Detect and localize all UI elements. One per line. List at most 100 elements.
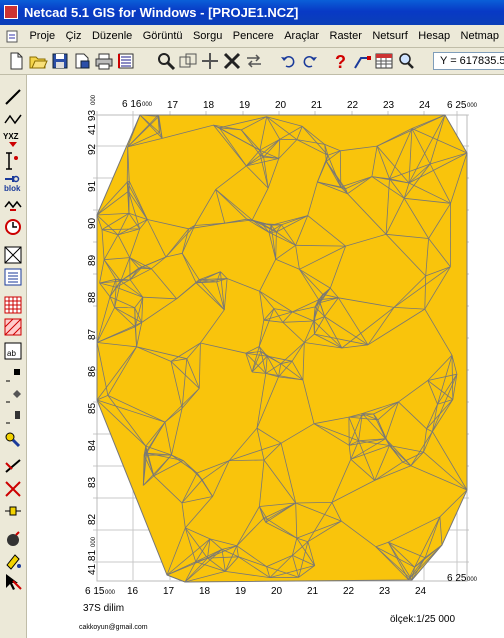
- swap-icon[interactable]: [244, 51, 264, 71]
- left-axis-label: 90: [87, 217, 98, 229]
- left-axis-label: 87: [87, 328, 98, 340]
- bottom-axis-label: 20: [271, 586, 283, 597]
- zigzag-tool-icon[interactable]: [3, 195, 23, 215]
- top-axis-label: 18: [203, 100, 215, 111]
- top-axis-last-label: 6 25: [447, 100, 467, 111]
- left-axis-label: 88: [87, 291, 98, 303]
- table-icon[interactable]: [374, 51, 394, 71]
- hatch-diagonal-icon[interactable]: [3, 317, 23, 337]
- print-icon[interactable]: [94, 51, 114, 71]
- bottom-axis-label: 16: [127, 586, 139, 597]
- menu-ciz[interactable]: Çiz: [63, 25, 85, 47]
- left-axis-label: 86: [87, 365, 98, 377]
- window-title: Netcad 5.1 GIS for Windows - [PROJE1.NCZ…: [24, 5, 299, 20]
- left-axis-top-label-suffix: 000: [91, 94, 97, 105]
- bottom-axis-label: 19: [235, 586, 247, 597]
- top-axis-first-label-suffix: 000: [142, 102, 153, 108]
- bottom-axis-label: 17: [163, 586, 175, 597]
- polyline-tool-icon[interactable]: [3, 109, 23, 129]
- bomb-icon[interactable]: [3, 529, 23, 549]
- menu-sorgu[interactable]: Sorgu: [190, 25, 225, 47]
- top-axis-label: 22: [347, 100, 359, 111]
- bottom-axis-label: 18: [199, 586, 211, 597]
- diamond-icon[interactable]: [3, 386, 23, 406]
- tools-icon[interactable]: [3, 429, 23, 449]
- menu-hesap[interactable]: Hesap: [415, 25, 453, 47]
- menu-araclar[interactable]: Araçlar: [281, 25, 322, 47]
- menu-netsurf[interactable]: Netsurf: [369, 25, 410, 47]
- top-axis-label: 21: [311, 100, 323, 111]
- map-canvas[interactable]: 6 16 000 17 18 19 20 21 22 23 24 6 25 000 6 15 …: [27, 75, 504, 638]
- grid-tool-icon[interactable]: [3, 245, 23, 265]
- bottom-axis-last-label-suffix: 000: [467, 577, 478, 583]
- save-icon[interactable]: [50, 51, 70, 71]
- left-axis-label: 92: [87, 143, 98, 155]
- delete-cross-icon[interactable]: [3, 479, 23, 499]
- blok-label: blok: [4, 184, 21, 193]
- email-label: cakkoyun@gmail.com: [79, 624, 148, 631]
- left-axis-label: 91: [87, 180, 98, 192]
- document-menu-icon[interactable]: [6, 29, 20, 43]
- top-axis-last-label-suffix: 000: [467, 103, 478, 109]
- point-xyz-icon[interactable]: YXZ: [3, 129, 23, 149]
- menu-proje[interactable]: Proje: [26, 25, 58, 47]
- left-axis-top-label: 41 93: [87, 110, 98, 135]
- line-tool-icon[interactable]: [3, 87, 23, 107]
- left-axis-label: 89: [87, 254, 98, 266]
- map-view[interactable]: 6 16 000 17 18 19 20 21 22 23 24 6 25 000 6 15 …: [27, 75, 504, 638]
- left-axis-bottom-label: 41 81: [87, 550, 98, 575]
- save-as-icon[interactable]: [72, 51, 92, 71]
- menu-pencere[interactable]: Pencere: [230, 25, 277, 47]
- tin-edge: [362, 413, 374, 415]
- left-axis-label: 85: [87, 402, 98, 414]
- ab-label: ab: [7, 349, 16, 358]
- main-toolbar: ?: [0, 48, 504, 75]
- yxz-label: YXZ: [3, 132, 19, 141]
- left-axis-bottom-label-suffix: 000: [91, 536, 97, 547]
- bottom-axis-label: 21: [307, 586, 319, 597]
- text-cursor-icon[interactable]: [3, 151, 23, 171]
- menu-raster[interactable]: Raster: [327, 25, 365, 47]
- tin-edge: [126, 146, 129, 183]
- bottom-axis-first-label-suffix: 000: [105, 590, 116, 596]
- small-square-icon[interactable]: [3, 365, 23, 385]
- crosshair-icon[interactable]: [200, 51, 220, 71]
- dimension-icon[interactable]: [3, 501, 23, 521]
- title-bar: Netcad 5.1 GIS for Windows - [PROJE1.NCZ…: [0, 0, 504, 25]
- scale-label: ölçek:1/25 000: [390, 614, 455, 625]
- select-line-icon[interactable]: [352, 51, 372, 71]
- list-tool-icon[interactable]: [3, 267, 23, 287]
- menu-bar: Proje Çiz Düzenle Görüntü Sorgu Pencere …: [0, 25, 504, 48]
- block-icon[interactable]: blok: [3, 173, 23, 193]
- open-folder-icon[interactable]: [28, 51, 48, 71]
- clock-icon[interactable]: [3, 217, 23, 237]
- zoom-icon[interactable]: [156, 51, 176, 71]
- pan-window-icon[interactable]: [178, 51, 198, 71]
- top-axis-label: 17: [167, 100, 179, 111]
- help-icon[interactable]: ?: [330, 51, 350, 71]
- text-ab-icon[interactable]: ab: [3, 341, 23, 361]
- menu-goruntu[interactable]: Görüntü: [140, 25, 186, 47]
- left-axis-label: 84: [87, 439, 98, 451]
- redo-icon[interactable]: [300, 51, 320, 71]
- bottom-axis-last-label: 6 25: [447, 573, 467, 584]
- left-axis-label: 83: [87, 476, 98, 488]
- top-axis-label: 19: [239, 100, 251, 111]
- menu-duzenle[interactable]: Düzenle: [89, 25, 135, 47]
- layers-icon[interactable]: [116, 51, 136, 71]
- measure-icon[interactable]: [222, 51, 242, 71]
- hatch-grid-icon[interactable]: [3, 295, 23, 315]
- zone-label: 37S dilim: [83, 603, 124, 614]
- draw-toolbar: YXZ blok ab: [0, 75, 27, 638]
- undo-icon[interactable]: [278, 51, 298, 71]
- fill-paint-icon[interactable]: [3, 551, 23, 571]
- slope-line-icon[interactable]: [3, 455, 23, 475]
- marker-icon[interactable]: [3, 407, 23, 427]
- arrow-select-icon[interactable]: [3, 571, 23, 591]
- search-icon[interactable]: [396, 51, 416, 71]
- svg-text:?: ?: [335, 52, 346, 71]
- bottom-axis-label: 22: [343, 586, 355, 597]
- menu-netmap[interactable]: Netmap: [458, 25, 503, 47]
- tin-edge: [138, 267, 152, 270]
- new-file-icon[interactable]: [6, 51, 26, 71]
